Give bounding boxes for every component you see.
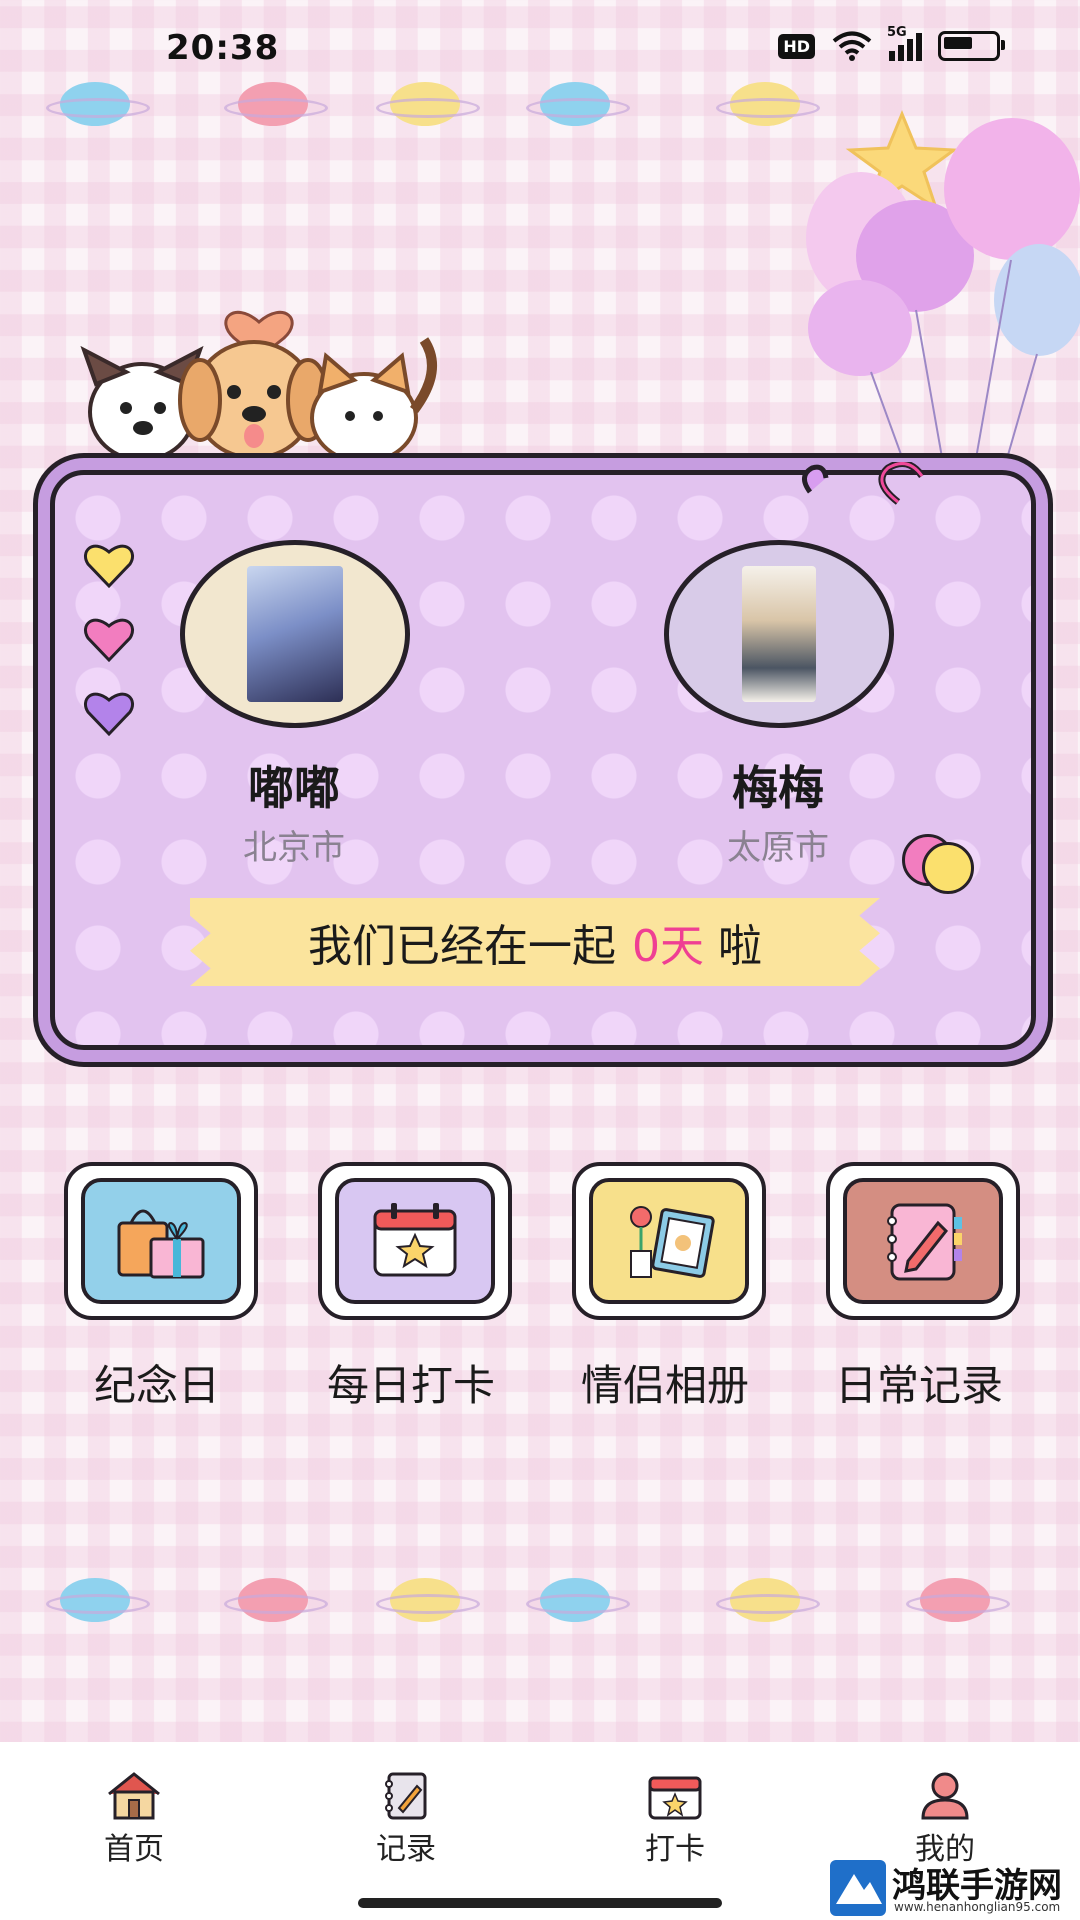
status-bar: 20:38 HD 5G — [0, 0, 1080, 100]
planet-icon — [906, 1578, 1010, 1622]
planet-icon — [526, 82, 630, 126]
hd-icon: HD — [778, 33, 815, 59]
balloon-icon — [808, 280, 912, 376]
together-prefix: 我们已经在一起 — [308, 921, 616, 972]
right-person-city: 太原市 — [727, 828, 829, 868]
left-person-name: 嘟嘟 — [248, 761, 340, 815]
right-avatar[interactable] — [664, 540, 894, 728]
pets-illustration — [80, 310, 437, 464]
house-icon — [108, 1772, 160, 1820]
daily-checkin-tile[interactable] — [318, 1162, 512, 1320]
planet-icon — [224, 82, 328, 126]
balloon-icon — [944, 118, 1080, 260]
calendar-icon — [648, 1776, 702, 1820]
home-indicator[interactable] — [358, 1898, 722, 1908]
planet-icon — [716, 1578, 820, 1622]
nav-mine[interactable]: 我的 — [875, 1770, 1015, 1868]
calendar-star-icon — [373, 1203, 457, 1277]
nav-checkin-label: 打卡 — [645, 1832, 705, 1867]
feature-label-album: 情侣相册 — [580, 1361, 749, 1410]
balloon-string — [915, 309, 949, 488]
nav-home-label: 首页 — [104, 1832, 164, 1867]
anniversary-tile[interactable] — [64, 1162, 258, 1320]
planet-icon — [224, 1578, 328, 1622]
right-person-name: 梅梅 — [732, 761, 824, 815]
photo-frame-icon — [630, 1206, 715, 1278]
nav-record[interactable]: 记录 — [336, 1770, 476, 1868]
hook-decoration — [802, 462, 925, 505]
feature-label-record: 日常记录 — [834, 1361, 1003, 1410]
wifi-icon — [832, 31, 872, 61]
planet-icon — [376, 82, 480, 126]
nav-checkin[interactable]: 打卡 — [605, 1770, 745, 1868]
status-time: 20:38 — [166, 28, 280, 68]
planet-icon — [46, 82, 150, 126]
together-suffix: 啦 — [718, 921, 762, 972]
planet-icon — [46, 1578, 150, 1622]
person-icon — [921, 1772, 969, 1820]
avatar-image — [247, 566, 343, 702]
avatar-image — [742, 566, 816, 702]
planet-icon — [716, 82, 820, 126]
signal-icon: 5G — [887, 25, 922, 61]
yellow-heart-icon — [84, 544, 134, 589]
notebook-icon — [385, 1772, 427, 1820]
pink-heart-icon — [84, 618, 134, 663]
status-icons: HD 5G — [778, 25, 1005, 62]
battery-icon — [938, 31, 1005, 61]
left-avatar[interactable] — [180, 540, 410, 728]
purple-heart-icon — [84, 692, 134, 737]
network-type: 5G — [887, 25, 907, 40]
daily-record-tile[interactable] — [826, 1162, 1020, 1320]
left-person-city: 北京市 — [243, 828, 345, 868]
watermark-url: www.henanhonglian95.com — [894, 1900, 1061, 1914]
couple-album-tile[interactable] — [572, 1162, 766, 1320]
balloon-icon — [994, 244, 1080, 356]
together-ribbon: 我们已经在一起 0天 啦 — [190, 898, 880, 986]
feature-label-anniversary: 纪念日 — [93, 1361, 220, 1410]
gift-bag-icon — [117, 1209, 205, 1279]
planet-icon — [526, 1578, 630, 1622]
notebook-pen-icon — [887, 1203, 962, 1281]
watermark: 鸿联手游网 www.henanhonglian95.com — [830, 1856, 1080, 1920]
watermark-logo-icon — [830, 1860, 886, 1916]
nav-record-label: 记录 — [376, 1832, 436, 1867]
balloon-string — [970, 259, 1012, 487]
together-days: 0天 — [632, 921, 704, 972]
balloon-string — [997, 353, 1038, 489]
planet-icon — [376, 1578, 480, 1622]
feature-label-checkin: 每日打卡 — [326, 1361, 495, 1410]
nav-home[interactable]: 首页 — [64, 1770, 204, 1868]
